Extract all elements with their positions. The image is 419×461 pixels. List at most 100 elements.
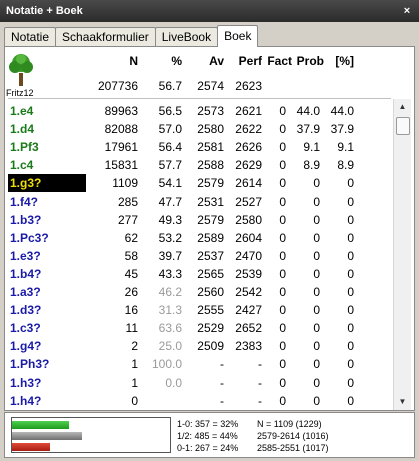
table-row[interactable]: 1.Ph3? 1 100.0 - - 0 0 0 [8, 355, 391, 373]
col-header-av[interactable]: Av [188, 54, 224, 68]
col-header-pct[interactable]: % [148, 54, 182, 68]
move-cell: 1.Pf3 [10, 140, 39, 155]
table-row[interactable]: 1.f4? 285 47.7 2531 2527 0 0 0 [8, 193, 391, 211]
col-header-fact[interactable]: Fact [262, 54, 292, 68]
win-bar [12, 421, 70, 429]
tab-notatie[interactable]: Notatie [4, 27, 57, 47]
loss-bar [12, 443, 50, 451]
avg-rating-cell: 2555 [197, 303, 224, 318]
total-pct: 56.7 [158, 79, 182, 93]
probability-pct-cell: 0 [347, 393, 354, 408]
games-cell: 45 [124, 266, 138, 281]
score-cell: 0.0 [165, 375, 182, 390]
vertical-scrollbar[interactable]: ▲ ▼ [393, 99, 411, 410]
tab-boek[interactable]: Boek [217, 25, 259, 47]
games-cell: 62 [124, 230, 138, 245]
table-row[interactable]: 1.d4 82088 57.0 2580 2622 0 37.9 37.9 [8, 120, 391, 138]
tree-icon [9, 54, 33, 86]
performance-cell: - [258, 375, 262, 390]
col-header-perf[interactable]: Perf [226, 54, 262, 68]
factor-cell: 0 [279, 266, 286, 281]
probability-cell: 9.1 [303, 140, 320, 155]
avg-rating-cell: 2579 [197, 176, 224, 191]
result-summary: 1-0: 357 = 32% 1/2: 485 = 44% 0-1: 267 =… [4, 412, 415, 458]
move-cell: 1.e3? [10, 248, 41, 263]
score-cell: 53.2 [158, 230, 182, 245]
probability-cell: 0 [313, 303, 320, 318]
table-row[interactable]: 1.c4 15831 57.7 2588 2629 0 8.9 8.9 [8, 156, 391, 174]
probability-cell: 0 [313, 285, 320, 299]
games-cell: 277 [117, 212, 138, 227]
table-row[interactable]: 1.b4? 45 43.3 2565 2539 0 0 0 [8, 265, 391, 283]
table-row[interactable]: 1.c3? 11 63.6 2529 2652 0 0 0 [8, 319, 391, 337]
table-row[interactable]: 1.b3? 277 49.3 2579 2580 0 0 0 [8, 211, 391, 229]
scroll-down-icon[interactable]: ▼ [394, 394, 411, 410]
probability-cell: 0 [313, 176, 320, 191]
games-cell: 15831 [104, 158, 138, 173]
table-row[interactable]: 1.h4? 0 - - 0 0 0 [8, 392, 391, 410]
win-stat: 1-0: 357 = 32% [177, 419, 239, 429]
probability-cell: 37.9 [296, 122, 320, 137]
table-row[interactable]: 1.Pf3 17961 56.4 2581 2626 0 9.1 9.1 [8, 138, 391, 156]
table-row[interactable]: 1.g4? 2 25.0 2509 2383 0 0 0 [8, 337, 391, 355]
col-header-prob-pct[interactable]: [%] [328, 54, 354, 68]
avg-rating-cell: 2588 [197, 158, 224, 173]
probability-pct-cell: 8.9 [337, 158, 354, 173]
performance-cell: 2427 [235, 303, 262, 318]
scroll-thumb[interactable] [396, 117, 410, 135]
probability-pct-cell: 0 [347, 248, 354, 263]
col-header-n[interactable]: N [86, 54, 138, 68]
table-row[interactable]: 1.g3? 1109 54.1 2579 2614 0 0 0 [8, 174, 391, 193]
performance-cell: 2626 [235, 140, 262, 155]
probability-pct-cell: 0 [347, 285, 354, 299]
factor-cell: 0 [279, 176, 286, 191]
games-cell: 17961 [104, 140, 138, 155]
move-cell: 1.b3? [10, 212, 42, 227]
col-header-prob[interactable]: Prob [292, 54, 324, 68]
scroll-up-icon[interactable]: ▲ [394, 99, 411, 115]
table-row[interactable]: 1.d3? 16 31.3 2555 2427 0 0 0 [8, 301, 391, 319]
avg-rating-cell: 2573 [197, 104, 224, 118]
move-cell: 1.g4? [10, 339, 42, 354]
factor-cell: 0 [279, 140, 286, 155]
probability-cell: 0 [313, 339, 320, 354]
table-row[interactable]: 1.Pc3? 62 53.2 2589 2604 0 0 0 [8, 229, 391, 247]
probability-cell: 0 [313, 266, 320, 281]
performance-cell: 2383 [235, 339, 262, 354]
probability-cell: 0 [313, 393, 320, 408]
probability-cell: 0 [313, 194, 320, 209]
factor-cell: 0 [279, 104, 286, 118]
move-cell: 1.a3? [10, 285, 41, 299]
factor-cell: 0 [279, 357, 286, 372]
move-cell: 1.f4? [10, 194, 39, 209]
probability-cell: 0 [313, 321, 320, 336]
probability-pct-cell: 0 [347, 194, 354, 209]
avg-rating-cell: - [220, 393, 224, 408]
avg-rating-cell: - [220, 375, 224, 390]
table-row[interactable]: 1.a3? 26 46.2 2560 2542 0 0 0 [8, 283, 391, 301]
probability-pct-cell: 0 [347, 321, 354, 336]
avg-rating-cell: - [220, 357, 224, 372]
probability-cell: 0 [313, 357, 320, 372]
factor-cell: 0 [279, 158, 286, 173]
performance-cell: 2614 [235, 176, 262, 191]
avg-rating-cell: 2529 [197, 321, 224, 336]
tab-livebook[interactable]: LiveBook [154, 27, 219, 47]
move-cell: 1.h4? [10, 393, 42, 408]
table-row[interactable]: 1.e3? 58 39.7 2537 2470 0 0 0 [8, 247, 391, 265]
performance-cell: 2629 [235, 158, 262, 173]
performance-cell: 2539 [235, 266, 262, 281]
factor-cell: 0 [279, 393, 286, 408]
factor-cell: 0 [279, 321, 286, 336]
factor-cell: 0 [279, 375, 286, 390]
games-cell: 285 [117, 194, 138, 209]
performance-cell: 2604 [235, 230, 262, 245]
tab-schaakformulier[interactable]: Schaakformulier [55, 27, 156, 47]
close-icon[interactable]: × [400, 4, 414, 18]
table-row[interactable]: 1.e4 89963 56.5 2573 2621 0 44.0 44.0 [8, 102, 391, 120]
score-cell: 57.7 [158, 158, 182, 173]
probability-cell: 0 [313, 230, 320, 245]
performance-cell: 2621 [235, 104, 262, 118]
probability-pct-cell: 0 [347, 176, 354, 191]
table-row[interactable]: 1.h3? 1 0.0 - - 0 0 0 [8, 374, 391, 392]
